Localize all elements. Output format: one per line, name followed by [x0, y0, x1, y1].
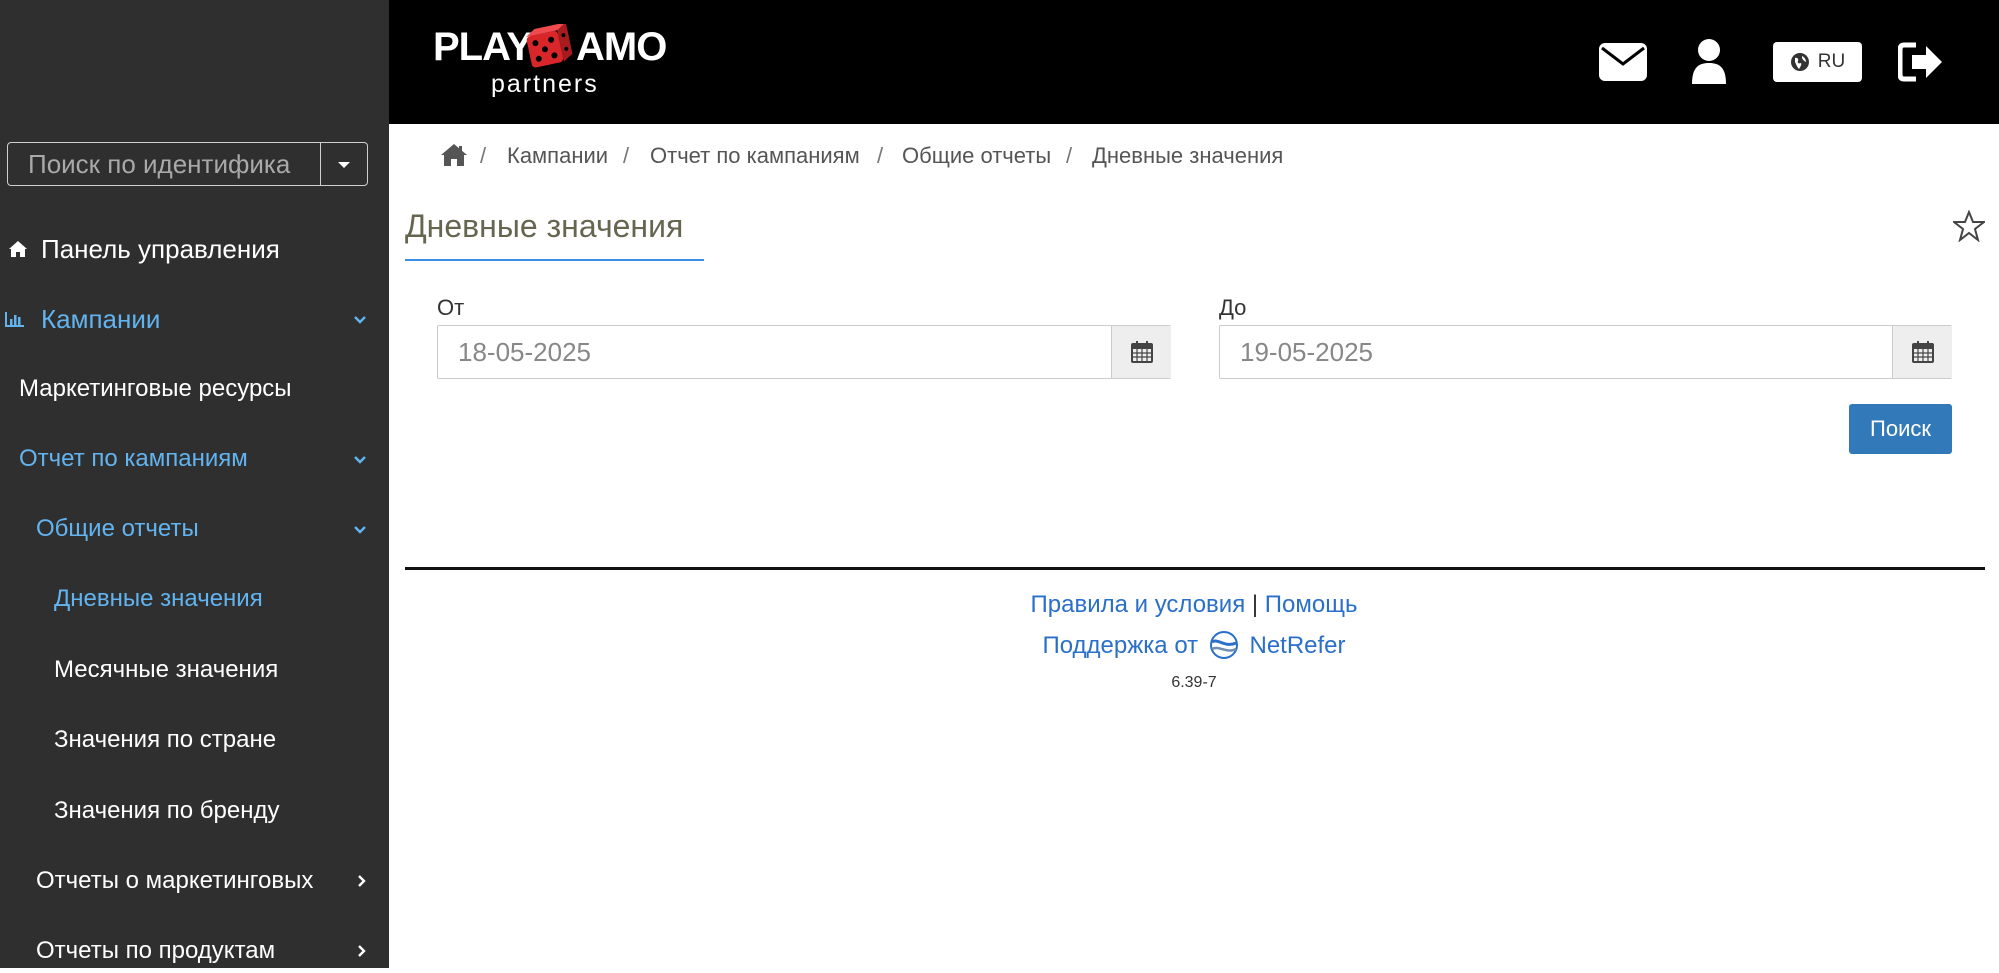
to-date-group: [1219, 325, 1952, 379]
netrefer-link[interactable]: NetRefer: [1249, 632, 1345, 659]
chevron-down-icon: [354, 526, 366, 534]
breadcrumb-separator: /: [623, 143, 630, 168]
title-underline: [405, 259, 704, 261]
to-date-input[interactable]: [1220, 326, 1892, 378]
sidebar-item-label: Общие отчеты: [36, 515, 199, 542]
sidebar-item-general-reports[interactable]: Общие отчеты: [0, 507, 389, 551]
sidebar-item-country-values[interactable]: Значения по стране: [0, 718, 389, 762]
terms-link[interactable]: Правила и условия: [1031, 591, 1246, 618]
chevron-right-icon: [358, 945, 366, 957]
footer-separator: |: [1251, 591, 1259, 618]
sidebar-item-product-reports[interactable]: Отчеты по продуктам: [0, 929, 389, 973]
to-calendar-button[interactable]: [1892, 326, 1952, 378]
calendar-icon: [1912, 341, 1934, 363]
sidebar-item-label: Кампании: [41, 304, 161, 334]
sidebar-item-label: Отчеты о маркетинговых: [36, 867, 314, 894]
home-icon[interactable]: [441, 143, 467, 167]
sidebar-item-marketing-resources[interactable]: Маркетинговые ресурсы: [0, 367, 389, 411]
sidebar-item-label: Значения по стране: [54, 726, 277, 753]
logout-icon[interactable]: [1898, 42, 1944, 82]
sidebar-item-campaign-report[interactable]: Отчет по кампаниям: [0, 437, 389, 481]
user-icon[interactable]: [1690, 38, 1728, 84]
breadcrumb-campaigns[interactable]: Кампании: [507, 140, 608, 172]
language-label: RU: [1817, 51, 1846, 72]
from-date-input[interactable]: [438, 326, 1111, 378]
header-sidebar-area: [0, 0, 389, 124]
breadcrumb-campaign-report[interactable]: Отчет по кампаниям: [650, 140, 860, 172]
from-calendar-button[interactable]: [1111, 326, 1171, 378]
powered-by-label: Поддержка от: [1042, 632, 1199, 659]
from-date-group: [437, 325, 1171, 379]
id-search-group: [7, 142, 368, 186]
logo-subtitle: partners: [491, 70, 599, 98]
chevron-down-icon: [354, 316, 366, 324]
star-icon[interactable]: [1953, 210, 1985, 242]
dice-icon: [525, 24, 573, 68]
search-dropdown-toggle[interactable]: [320, 143, 367, 185]
chevron-right-icon: [358, 875, 366, 887]
id-search-input[interactable]: [8, 143, 320, 185]
envelope-icon[interactable]: [1598, 42, 1648, 82]
top-header: PLAY AMO partners RU: [0, 0, 1999, 124]
playamo-partners-logo[interactable]: PLAY AMO partners: [433, 22, 667, 100]
breadcrumb-daily-values: Дневные значения: [1092, 143, 1284, 168]
breadcrumb-separator: /: [877, 143, 884, 168]
bar-chart-icon: [5, 312, 24, 327]
sidebar: Панель управления Кампании Маркетинговые…: [0, 124, 389, 968]
sidebar-item-dashboard[interactable]: Панель управления: [0, 227, 389, 271]
to-label: До: [1219, 295, 1247, 320]
breadcrumb-general-reports[interactable]: Общие отчеты: [902, 140, 1051, 172]
help-link[interactable]: Помощь: [1265, 591, 1358, 618]
powered-by: Поддержка от NetRefer: [0, 629, 1999, 663]
sidebar-item-brand-values[interactable]: Значения по бренду: [0, 789, 389, 833]
breadcrumb-separator: /: [480, 143, 487, 168]
page-title: Дневные значения: [405, 208, 684, 244]
search-button[interactable]: Поиск: [1849, 404, 1952, 454]
logo-word-play: PLAY: [433, 25, 533, 69]
sidebar-item-label: Панель управления: [41, 234, 280, 264]
sidebar-item-label: Отчет по кампаниям: [19, 445, 248, 472]
sidebar-item-marketing-reports[interactable]: Отчеты о маркетинговых: [0, 859, 389, 903]
chevron-down-icon: [354, 456, 366, 464]
sidebar-item-label: Маркетинговые ресурсы: [19, 375, 292, 402]
calendar-icon: [1131, 341, 1153, 363]
sidebar-item-label: Значения по бренду: [54, 797, 280, 824]
app-version: 6.39-7: [1171, 674, 1217, 691]
footer-divider: [405, 567, 1985, 570]
home-icon: [9, 241, 27, 257]
globe-icon: [1790, 53, 1809, 71]
logo-word-amo: AMO: [576, 25, 667, 69]
breadcrumb-separator: /: [1066, 143, 1073, 168]
footer-links: Правила и условия | Помощь: [0, 588, 1999, 622]
netrefer-logo-icon: [1209, 631, 1238, 659]
language-button[interactable]: RU: [1773, 42, 1862, 82]
sidebar-item-label: Отчеты по продуктам: [36, 937, 276, 964]
from-label: От: [437, 295, 465, 320]
sidebar-item-campaigns[interactable]: Кампании: [0, 297, 389, 341]
